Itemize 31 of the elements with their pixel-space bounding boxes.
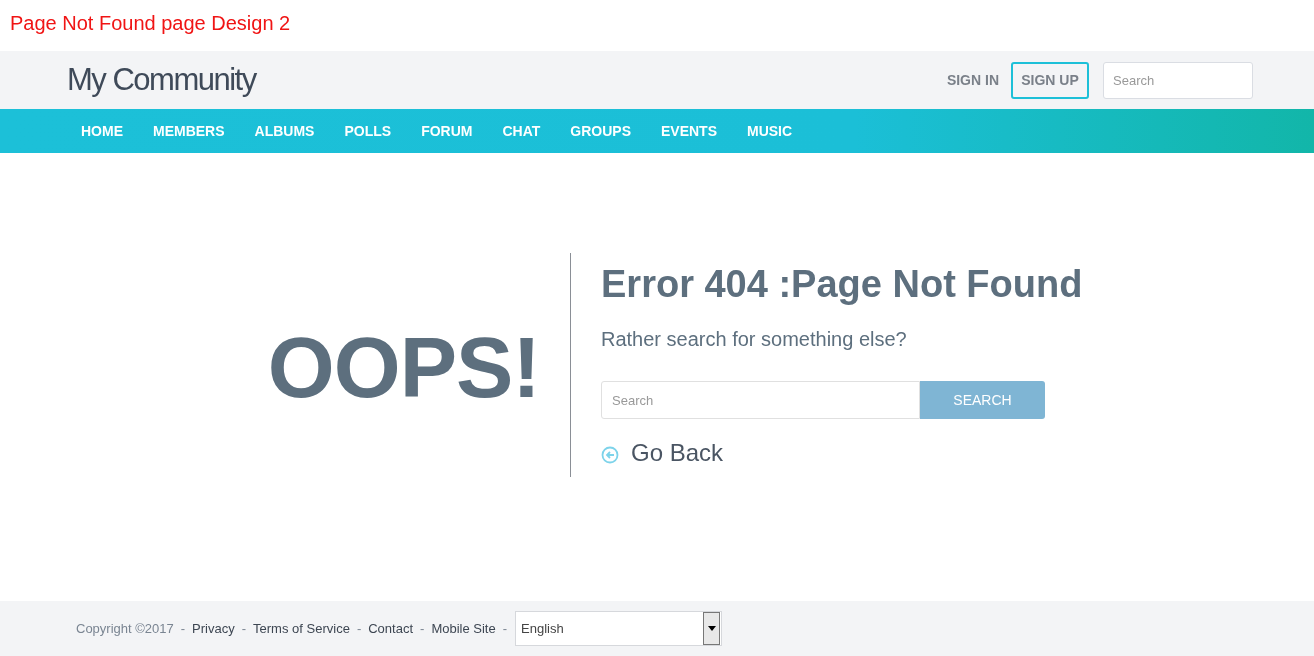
copyright-text: Copyright ©2017 <box>76 621 174 636</box>
sign-in-link[interactable]: SIGN IN <box>946 72 999 88</box>
search-field[interactable]: Search <box>601 381 920 419</box>
search-field[interactable]: Search <box>1103 61 1253 99</box>
page-caption: Page Not Found page Design 2 <box>9 11 292 36</box>
nav-item[interactable]: HOME <box>81 123 123 139</box>
separator-text: - <box>180 621 186 636</box>
nav-item[interactable]: ALBUMS <box>254 123 315 139</box>
footer-link[interactable]: Privacy <box>192 621 235 636</box>
separator-text: - <box>420 621 425 636</box>
search-button[interactable]: SEARCH <box>920 381 1045 419</box>
nav-item[interactable]: POLLS <box>344 123 392 139</box>
oops-heading: OOPS! <box>267 317 540 417</box>
separator-text: - <box>241 621 247 636</box>
footer-link[interactable]: Contact <box>368 621 414 636</box>
footer-link[interactable]: Mobile Site <box>431 621 496 636</box>
go-back-link[interactable]: Go Back <box>631 439 724 467</box>
footer-link[interactable]: Terms of Service <box>253 621 350 636</box>
nav-item[interactable]: EVENTS <box>661 123 717 139</box>
nav-item[interactable]: CHAT <box>502 123 541 139</box>
nav-item[interactable]: MEMBERS <box>153 123 225 139</box>
nav-item[interactable]: FORUM <box>421 123 473 139</box>
separator-text: - <box>356 621 362 636</box>
nav-item[interactable]: MUSIC <box>747 123 793 139</box>
error-title: Error 404 :Page Not Found <box>601 263 1083 306</box>
sign-up-button[interactable]: SIGN UP <box>1011 61 1089 99</box>
separator-text: - <box>502 621 508 636</box>
nav-item[interactable]: GROUPS <box>570 123 631 139</box>
language-dropdown[interactable]: English <box>515 611 723 646</box>
site-logo[interactable]: My Community <box>67 62 256 98</box>
subtitle-text: Rather search for something else? <box>601 328 908 351</box>
